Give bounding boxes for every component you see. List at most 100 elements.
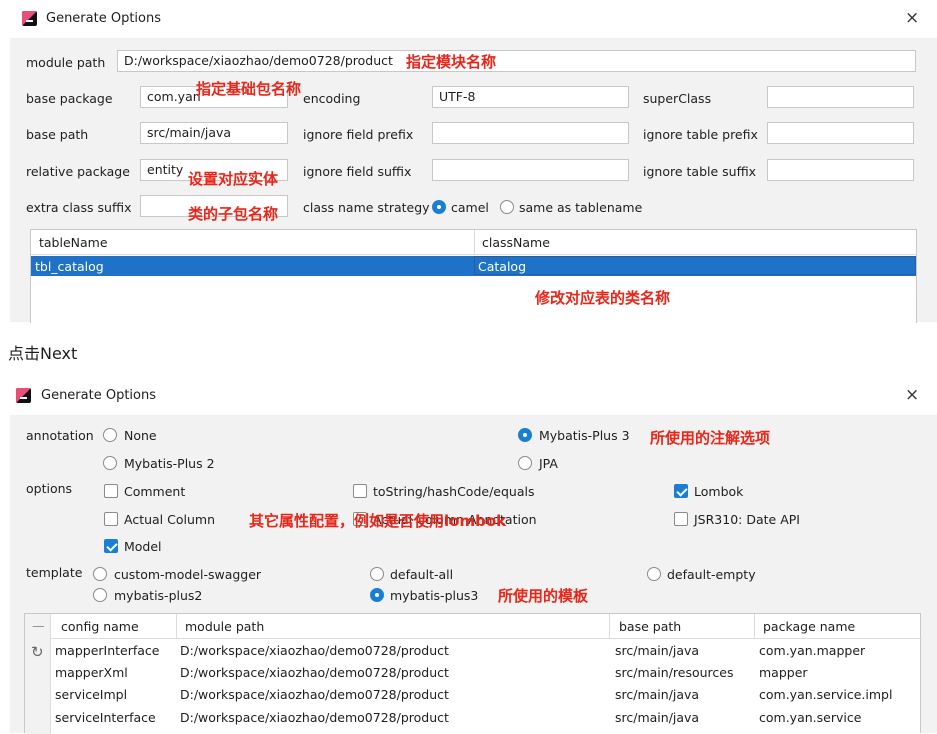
template-custom-model-swagger-radio[interactable] [93,567,107,581]
table-row-1-config[interactable]: mapperInterface [55,643,160,658]
option-tostring-label[interactable]: toString/hashCode/equals [373,484,535,499]
header-config-name[interactable]: config name [61,619,139,634]
header-module-path[interactable]: module path [185,619,264,634]
template-default-all-label[interactable]: default-all [390,567,453,582]
ignore-field-suffix-input[interactable] [432,159,629,181]
strategy-same-as-tablename-radio[interactable] [500,200,514,214]
annotation-mybatis-plus3-label[interactable]: Mybatis-Plus 3 [539,428,630,443]
ignore-table-prefix-label: ignore table prefix [643,127,758,142]
strategy-camel-label[interactable]: camel [451,200,489,215]
option-comment-checkbox[interactable] [104,484,118,498]
option-comment-label[interactable]: Comment [124,484,185,499]
col-divider [609,614,610,638]
template-default-all-radio[interactable] [370,567,384,581]
template-default-empty-radio[interactable] [647,567,661,581]
ignore-table-prefix-input[interactable] [767,122,914,144]
header-base-path[interactable]: base path [619,619,681,634]
option-model-checkbox[interactable] [104,539,118,553]
template-mybatis-plus3-radio[interactable] [370,588,384,602]
base-path-input[interactable]: src/main/java [140,122,288,144]
template-mybatis-plus3-label[interactable]: mybatis-plus3 [390,588,478,603]
template-label: template [26,565,83,580]
base-path-label: base path [26,127,89,142]
row-table-name[interactable]: tbl_catalog [35,259,104,274]
template-mybatis-plus2-radio[interactable] [93,588,107,602]
table-row-3-config[interactable]: serviceImpl [55,687,127,702]
annotation-jpa-label[interactable]: JPA [539,456,558,471]
superclass-label: superClass [643,91,712,106]
template-mybatis-plus2-label[interactable]: mybatis-plus2 [114,588,202,603]
dialog-1-titlebar: Generate Options × [10,0,937,38]
close-icon[interactable]: × [905,8,919,28]
header-class-name[interactable]: className [482,235,550,250]
table-row-4-package[interactable]: com.yan.service [759,710,861,725]
annotation-module-name: 指定模块名称 [406,53,497,71]
ignore-table-suffix-input[interactable] [767,159,914,181]
annotation-class-name: 修改对应表的类名称 [535,289,671,307]
strategy-same-as-tablename-label[interactable]: same as tablename [519,200,642,215]
annotation-mybatis-plus3-radio[interactable] [518,428,532,442]
encoding-input[interactable]: UTF-8 [432,86,629,108]
app-logo-icon [22,11,37,26]
class-name-strategy-label: class name strategy [303,200,430,215]
module-path-input[interactable]: D:/workspace/xiaozhao/demo0728/product [117,50,916,72]
ignore-table-suffix-label: ignore table suffix [643,164,757,179]
option-lombok-checkbox[interactable] [674,484,688,498]
table-row-1-module[interactable]: D:/workspace/xiaozhao/demo0728/product [180,643,449,658]
refresh-icon[interactable]: ↻ [31,643,44,661]
annotation-base-package: 指定基础包名称 [196,80,302,98]
option-jsr310-checkbox[interactable] [674,512,688,526]
annotation-annotation-choice: 所使用的注解选项 [650,429,771,447]
table-name-grid[interactable]: tableName className tbl_catalog Catalog [30,229,917,323]
close-icon[interactable]: × [905,385,919,405]
option-lombok-label[interactable]: Lombok [694,484,743,499]
superclass-input[interactable] [767,86,914,108]
table-row-2-base[interactable]: src/main/resources [615,665,733,680]
table-row-2-config[interactable]: mapperXml [55,665,128,680]
template-default-empty-label[interactable]: default-empty [667,567,756,582]
annotation-none-radio[interactable] [103,428,117,442]
header-package-name[interactable]: package name [763,619,855,634]
annotation-other-config: 其它属性配置，例如是否使用lombok [249,512,507,530]
strategy-camel-radio[interactable] [432,200,446,214]
ignore-field-prefix-input[interactable] [432,122,629,144]
table-row-2-package[interactable]: mapper [759,665,808,680]
relative-package-label: relative package [26,164,130,179]
option-jsr310-label[interactable]: JSR310: Date API [694,512,800,527]
table-row-1-package[interactable]: com.yan.mapper [759,643,865,658]
collapse-icon[interactable]: — [32,618,45,633]
grid-1-column-divider [474,230,475,254]
instruction-text: 点击Next [8,344,78,363]
base-package-label: base package [26,91,113,106]
annotation-mybatis-plus2-label[interactable]: Mybatis-Plus 2 [124,456,215,471]
table-row-3-module[interactable]: D:/workspace/xiaozhao/demo0728/product [180,687,449,702]
dialog-2-titlebar: Generate Options × [10,377,937,415]
table-row-3-base[interactable]: src/main/java [615,687,699,702]
table-row-3-package[interactable]: com.yan.service.impl [759,687,892,702]
annotation-jpa-radio[interactable] [518,456,532,470]
table-row-4-base[interactable]: src/main/java [615,710,699,725]
dialog-2-title: Generate Options [41,388,157,403]
col-divider [176,614,177,638]
option-tostring-checkbox[interactable] [353,484,367,498]
module-path-label: module path [26,55,106,70]
option-actual-column-checkbox[interactable] [104,512,118,526]
annotation-mybatis-plus2-radio[interactable] [103,456,117,470]
template-custom-model-swagger-label[interactable]: custom-model-swagger [114,567,261,582]
table-row-4-config[interactable]: serviceInterface [55,710,156,725]
options-label: options [26,481,73,496]
ignore-field-suffix-label: ignore field suffix [303,164,412,179]
annotation-label: annotation [26,428,94,443]
table-row-1-base[interactable]: src/main/java [615,643,699,658]
row-class-name[interactable]: Catalog [478,259,526,274]
col-divider [754,614,755,638]
table-row-4-module[interactable]: D:/workspace/xiaozhao/demo0728/product [180,710,449,725]
annotation-none-label[interactable]: None [124,428,157,443]
option-actual-column-label[interactable]: Actual Column [124,512,215,527]
header-table-name[interactable]: tableName [39,235,108,250]
table-row-2-module[interactable]: D:/workspace/xiaozhao/demo0728/product [180,665,449,680]
option-model-label[interactable]: Model [124,539,162,554]
row-class-name-editor[interactable] [474,256,916,275]
annotation-template-choice: 所使用的模板 [498,587,589,605]
config-table[interactable]: — ↻ config name module path base path pa… [24,613,922,734]
